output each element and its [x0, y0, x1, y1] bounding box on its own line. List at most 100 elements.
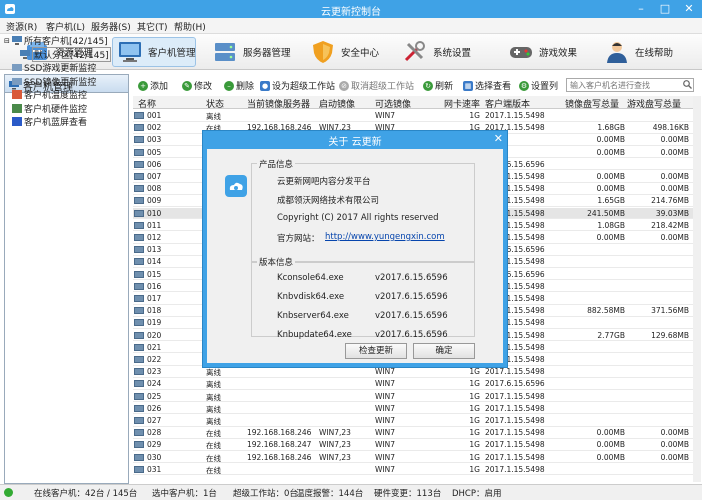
- table-row[interactable]: 031 在线 WIN7 1G 2017.1.15.5498: [133, 464, 693, 476]
- table-cell: WIN7: [375, 428, 396, 438]
- table-cell: 008: [147, 184, 162, 194]
- table-cell: 0.00MB: [660, 184, 689, 194]
- search-icon[interactable]: [683, 80, 692, 89]
- table-cell: WIN7: [375, 452, 396, 462]
- nav-server-button[interactable]: 服务器管理: [208, 37, 298, 67]
- menu-other[interactable]: 其它(T): [137, 20, 168, 33]
- table-cell: 007: [147, 172, 162, 181]
- column-header[interactable]: 可选镜像: [375, 97, 411, 110]
- tree-node-ssd-image-update[interactable]: SSD镜像更新监控: [4, 75, 129, 89]
- close-icon[interactable]: ✕: [678, 1, 700, 17]
- table-row[interactable]: 025 离线 WIN7 1G 2017.1.15.5498: [133, 391, 693, 403]
- website-link[interactable]: http://www.yungengxin.com: [325, 232, 445, 242]
- ok-button[interactable]: 确定: [413, 343, 475, 359]
- status-super-workstation: 超级工作站：0台: [233, 489, 298, 499]
- tree-node-all-clients[interactable]: ⊟ 所有客户机[42/145]: [4, 34, 129, 48]
- computer-icon: [134, 441, 144, 449]
- title-bar: 云更新控制台 – □ ✕: [0, 0, 702, 18]
- table-cell: 1.65GB: [597, 196, 625, 206]
- status-hardware-change: 硬件变更：113台: [374, 489, 442, 499]
- column-header[interactable]: 状态: [206, 97, 224, 110]
- computer-icon: [134, 234, 144, 241]
- nav-game-effect-button[interactable]: 游戏效果: [504, 37, 594, 67]
- delete-button[interactable]: – 删除: [224, 79, 254, 92]
- edit-button[interactable]: ✎ 修改: [182, 79, 212, 92]
- refresh-button[interactable]: ↻ 刷新: [423, 79, 453, 92]
- copyright-text: Copyright (C) 2017 All rights reserved: [277, 213, 439, 223]
- table-cell: 离线: [206, 404, 221, 414]
- table-cell: 371.56MB: [651, 306, 689, 316]
- menu-bar: 资源(R) 客户机(L) 服务器(S) 其它(T) 帮助(H): [0, 18, 702, 34]
- column-header[interactable]: 客户端版本: [485, 97, 530, 110]
- add-button[interactable]: + 添加: [138, 79, 168, 92]
- tree-node-temperature[interactable]: 客户机温度监控: [4, 88, 129, 102]
- table-cell: 192.168.168.246: [247, 428, 312, 438]
- select-view-button[interactable]: ▦ 选择查看: [463, 79, 511, 92]
- column-header[interactable]: 网卡速率: [444, 97, 480, 110]
- search-input[interactable]: [566, 78, 694, 92]
- table-cell: 0.00MB: [660, 440, 689, 450]
- column-header[interactable]: 镜像盘写总量: [565, 97, 619, 110]
- tree-node-hardware[interactable]: 客户机硬件监控: [4, 102, 129, 116]
- table-cell: 0.00MB: [596, 135, 625, 145]
- table-row[interactable]: 026 离线 WIN7 1G 2017.1.15.5498: [133, 403, 693, 415]
- tree-node-bluescreen[interactable]: 客户机蓝屏查看: [4, 115, 129, 129]
- column-header[interactable]: 游戏盘写总量: [627, 97, 681, 110]
- menu-resource[interactable]: 资源(R): [6, 20, 37, 33]
- table-header: 名称 状态 当前镜像服务器 启动镜像 可选镜像 网卡速率 客户端版本 镜像盘写总…: [133, 96, 693, 110]
- table-cell: 026: [147, 403, 162, 413]
- table-cell: 192.168.168.246: [247, 452, 312, 462]
- check-update-button[interactable]: 检查更新: [345, 343, 407, 359]
- computer-icon: [134, 258, 144, 266]
- table-cell: 031: [147, 464, 162, 474]
- table-cell: 882.58MB: [587, 306, 625, 316]
- tree-node-default-partition[interactable]: 默认分区[42/145]: [4, 46, 129, 62]
- left-panel: 客户机管理: [4, 74, 129, 484]
- version-file-name: Kconsole64.exe: [277, 273, 344, 283]
- table-row[interactable]: 024 离线 WIN7 1G 2017.6.15.6596: [133, 378, 693, 390]
- table-row[interactable]: 027 离线 WIN7 1G 2017.1.15.5498: [133, 415, 693, 427]
- table-cell: 1G: [469, 428, 480, 438]
- tree-node-ssd-game-update[interactable]: SSD游戏更新监控: [4, 61, 129, 75]
- dialog-close-icon[interactable]: ✕: [494, 132, 503, 145]
- table-cell: 2017.1.15.5498: [485, 391, 545, 401]
- table-cell: 在线: [206, 441, 221, 451]
- set-columns-button[interactable]: ⚙ 设置列: [519, 79, 558, 92]
- cancel-super-workstation-button[interactable]: ⊘ 取消超级工作站: [339, 79, 414, 92]
- table-cell: 离线: [206, 392, 221, 402]
- status-temperature-alarm: 温度报警：144台: [296, 489, 364, 499]
- table-row[interactable]: 030 在线 192.168.168.246 WIN7,23 WIN7 1G 2017.1.…: [133, 452, 693, 464]
- product-name: 云更新网吧内容分发平台: [277, 177, 371, 187]
- minimize-icon[interactable]: –: [630, 1, 652, 17]
- menu-help[interactable]: 帮助(H): [174, 20, 206, 33]
- nav-settings-button[interactable]: 系统设置: [398, 37, 488, 67]
- nav-security-button[interactable]: 安全中心: [306, 37, 388, 67]
- computer-icon: [134, 380, 144, 388]
- table-cell: 39.03MB: [655, 208, 689, 218]
- column-header[interactable]: 名称: [138, 97, 156, 110]
- table-cell: 0.00MB: [596, 147, 625, 157]
- table-cell: 010: [147, 208, 162, 218]
- menu-client[interactable]: 客户机(L): [46, 20, 85, 33]
- table-cell: 005: [147, 147, 162, 157]
- dialog-body: 产品信息 云更新网吧内容分发平台 成都领沃网络技术有限公司 Copyright …: [207, 149, 503, 363]
- computer-icon: [134, 404, 144, 412]
- table-row[interactable]: 028 在线 192.168.168.246 WIN7,23 WIN7 1G 2017.1.…: [133, 427, 693, 439]
- table-cell: 0.00MB: [596, 452, 625, 462]
- column-header[interactable]: 当前镜像服务器: [247, 97, 310, 110]
- maximize-icon[interactable]: □: [654, 1, 676, 17]
- nav-online-help-button[interactable]: 在线帮助: [600, 37, 690, 67]
- table-row[interactable]: 001 离线 WIN7 1G 2017.1.15.5498: [133, 110, 693, 122]
- table-cell: 1G: [469, 111, 480, 120]
- vertical-scrollbar[interactable]: [693, 96, 701, 482]
- column-header[interactable]: 启动镜像: [319, 97, 355, 110]
- table-cell: 192.168.168.247: [247, 440, 312, 450]
- table-cell: 024: [147, 379, 162, 389]
- collapse-icon[interactable]: ⊟: [4, 37, 12, 45]
- set-super-workstation-button[interactable]: ● 设为超级工作站: [260, 79, 335, 92]
- table-row[interactable]: 029 在线 192.168.168.247 WIN7,23 WIN7 1G 2017.1.…: [133, 439, 693, 451]
- menu-server[interactable]: 服务器(S): [91, 20, 131, 33]
- window-title: 云更新控制台: [321, 7, 381, 18]
- table-cell: 022: [147, 355, 162, 364]
- table-cell: 0.00MB: [660, 452, 689, 462]
